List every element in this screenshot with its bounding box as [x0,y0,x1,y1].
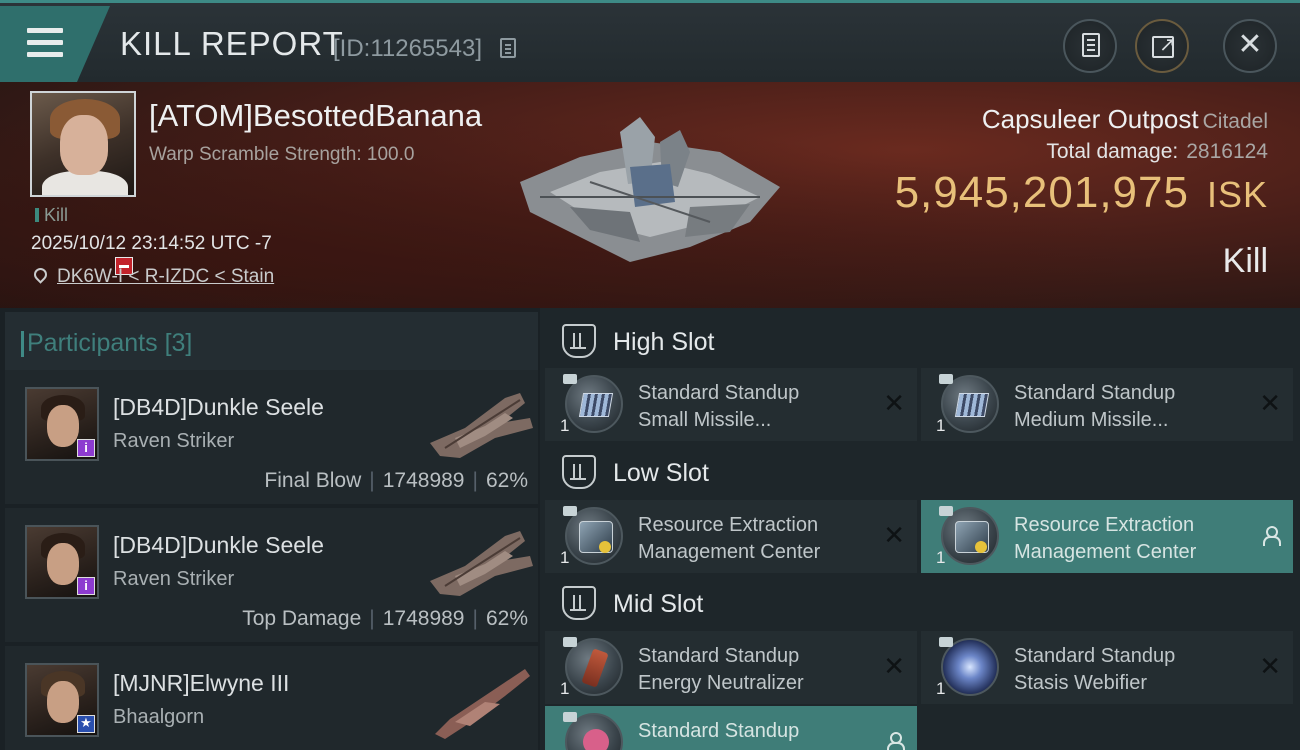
total-damage: Total damage: 2816124 [1046,140,1268,163]
report-id: [ID:11265543] [333,35,483,62]
high-slot-header: High Slot [545,316,1300,368]
target-name: Capsuleer Outpost Citadel [981,104,1268,134]
kill-tag: Kill [35,205,68,226]
meta-level-icon [563,506,577,516]
person-icon [1263,526,1281,546]
module-item[interactable]: 1 Standard Standup Medium Missile... ✕ [921,368,1293,441]
participants-count: [3] [164,329,193,357]
victim-name[interactable]: [ATOM]BesottedBanana [149,98,482,134]
module-item[interactable]: Standard Standup [545,706,917,750]
participant-row[interactable]: [MJNR]Elwyne III Bhaalgorn [5,646,538,750]
module-quantity: 1 [936,679,946,698]
module-name: Resource Extraction Management Center [638,514,821,563]
avatar[interactable] [25,387,99,461]
ship-image [430,393,533,458]
destroyed-icon: ✕ [1259,388,1281,418]
module-item[interactable]: 1 Resource Extraction Management Center ✕ [545,500,917,573]
total-damage-value: 2816124 [1186,140,1268,163]
top-bar: KILL REPORT [ID:11265543] ↗ ✕ [0,0,1300,82]
module-quantity: 1 [936,416,946,435]
participant-name: [MJNR]Elwyne III [113,670,290,696]
fitting-panel: High Slot 1 Standard Standup Small Missil… [540,308,1300,750]
participant-name: [DB4D]Dunkle Seele [113,532,324,558]
share-icon[interactable]: ↗ [1135,19,1189,73]
hamburger-menu-icon[interactable] [0,6,110,82]
participant-row[interactable]: [DB4D]Dunkle Seele Raven Striker Top Dam… [5,508,538,642]
isk-unit: ISK [1206,174,1268,215]
module-name: Standard Standup Small Missile... [638,382,800,431]
module-item[interactable]: 1 Standard Standup Energy Neutralizer ✕ [545,631,917,704]
mid-slot-icon [562,586,596,620]
module-name: Standard Standup Energy Neutralizer [638,645,804,694]
module-quantity: 1 [560,679,570,698]
slot-label: High Slot [613,328,715,356]
slot-label: Mid Slot [613,590,704,618]
participants-header: Participants [3] [5,312,538,370]
module-item[interactable]: 1 Resource Extraction Management Center [921,500,1293,573]
participant-name: [DB4D]Dunkle Seele [113,394,324,420]
module-name: Resource Extraction Management Center [1014,514,1197,563]
high-slot-icon [562,324,596,358]
ship-image [435,669,530,739]
meta-level-icon [563,374,577,384]
module-quantity: 1 [560,548,570,567]
participants-panel: Participants [3] [DB4D]Dunkle Seele Rave… [0,308,540,750]
module-item[interactable]: 1 Standard Standup Stasis Webifier ✕ [921,631,1293,704]
meta-level-icon [939,637,953,647]
meta-level-icon [939,374,953,384]
star-badge-icon [77,715,95,733]
close-icon[interactable]: ✕ [1223,19,1277,73]
location-pin-icon [31,265,50,284]
clipboard-icon[interactable] [1063,19,1117,73]
module-name: Standard Standup Stasis Webifier [1014,645,1176,694]
destroyed-icon: ✕ [883,520,905,550]
kill-location[interactable]: DK6W-I < R-IZDC < Stain [31,265,274,288]
participant-stats: Final Blow | 1748989 | 62% [264,469,528,492]
victim-banner: [ATOM]BesottedBanana Warp Scramble Stren… [0,82,1300,308]
meta-level-icon [939,506,953,516]
destroyed-icon: ✕ [883,388,905,418]
result-label: Kill [1222,242,1268,280]
info-badge-icon [77,577,95,595]
module-item[interactable]: 1 Standard Standup Small Missile... ✕ [545,368,917,441]
copy-icon[interactable] [500,38,516,58]
meta-level-icon [563,712,577,722]
location-link[interactable]: DK6W-I < R-IZDC < Stain [57,266,274,287]
participant-stats: Top Damage | 1748989 | 62% [242,607,528,630]
kill-datetime: 2025/10/12 23:14:52 UTC -7 [31,233,272,254]
destroyed-icon: ✕ [883,651,905,681]
page-title: KILL REPORT [120,25,344,62]
info-badge-icon [77,439,95,457]
warp-scramble-strength: Warp Scramble Strength: 100.0 [149,144,415,165]
target-type: Citadel [1202,110,1268,133]
mid-slot-header: Mid Slot [545,578,1300,630]
low-slot-icon [562,455,596,489]
victim-avatar[interactable] [30,91,136,197]
module-quantity: 1 [936,548,946,567]
person-icon [887,732,905,750]
module-name: Standard Standup Medium Missile... [1014,382,1176,431]
participant-row[interactable]: [DB4D]Dunkle Seele Raven Striker Final B… [5,370,538,504]
isk-value: 5,945,201,975 ISK [894,168,1268,217]
low-slot-header: Low Slot [545,447,1300,499]
citadel-image [520,117,780,262]
slot-label: Low Slot [613,459,709,487]
destroyed-icon: ✕ [1259,651,1281,681]
meta-level-icon [563,637,577,647]
avatar[interactable] [25,525,99,599]
module-quantity: 1 [560,416,570,435]
participant-ship: Raven Striker [113,568,235,590]
module-name: Standard Standup [638,720,800,742]
participant-ship: Raven Striker [113,430,235,452]
participant-ship: Bhaalgorn [113,706,205,728]
ship-image [430,531,533,596]
avatar[interactable] [25,663,99,737]
participants-title: Participants [3] [20,329,193,357]
